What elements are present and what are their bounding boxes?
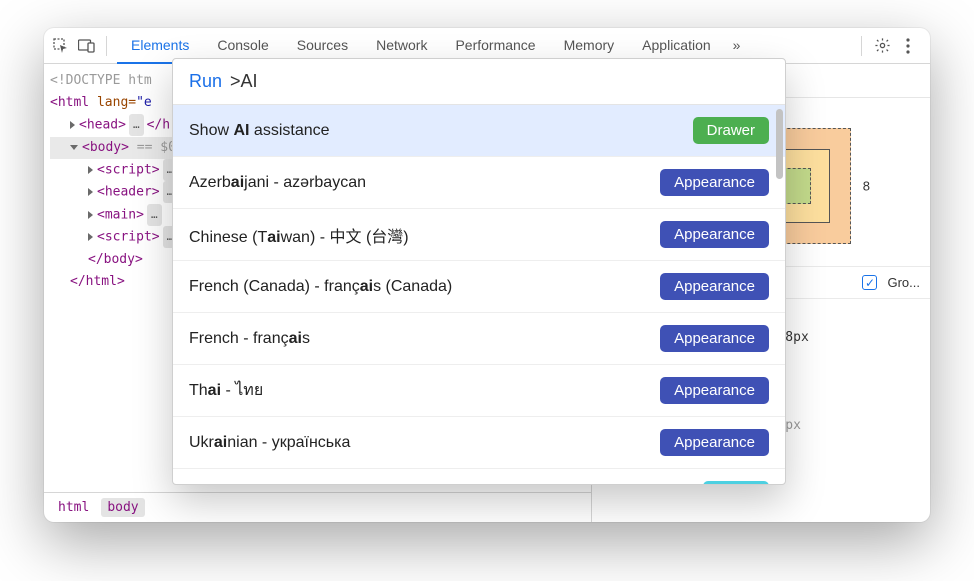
group-checkbox[interactable]: ✓ xyxy=(862,275,877,290)
category-badge: Appearance xyxy=(660,377,769,404)
breadcrumb: html body xyxy=(44,492,591,522)
ellipsis-icon[interactable]: … xyxy=(147,204,162,226)
dom-tag: <script> xyxy=(97,162,160,177)
command-palette: Run Show AI assistance Drawer Azerbaijan… xyxy=(172,58,786,485)
gear-icon[interactable] xyxy=(870,34,894,58)
command-palette-item[interactable]: Ukrainian - українська Appearance xyxy=(173,417,785,469)
dom-tag: </html> xyxy=(70,274,125,289)
expand-caret-icon[interactable] xyxy=(70,121,75,129)
dom-tag: <head> xyxy=(79,118,126,133)
dom-tag: </h xyxy=(147,118,170,133)
category-badge: Appearance xyxy=(660,221,769,248)
command-palette-mode-label: Run xyxy=(189,71,222,92)
dom-tag: <script> xyxy=(97,230,160,245)
command-palette-item[interactable]: Thai - ไทย Appearance xyxy=(173,365,785,417)
ellipsis-icon[interactable]: … xyxy=(129,114,144,136)
crumb-html[interactable]: html xyxy=(52,498,95,517)
dom-tag: <main> xyxy=(97,207,144,222)
command-palette-item[interactable]: Show Application Panel xyxy=(173,469,785,484)
group-label: Gro... xyxy=(887,275,920,290)
divider xyxy=(861,36,862,56)
category-badge: Drawer xyxy=(693,117,769,144)
scrollbar-thumb[interactable] xyxy=(776,109,783,179)
command-palette-item[interactable]: French - français Appearance xyxy=(173,313,785,365)
command-palette-item[interactable]: Show AI assistance Drawer xyxy=(173,105,785,157)
expand-caret-icon[interactable] xyxy=(70,145,78,150)
dom-attr: lang= xyxy=(97,95,136,110)
command-palette-input[interactable] xyxy=(230,71,769,92)
dom-tag: <html xyxy=(50,95,97,110)
expand-caret-icon[interactable] xyxy=(88,211,93,219)
command-palette-item-label: Ukrainian - українська xyxy=(189,434,350,452)
devtools-window: Elements Console Sources Network Perform… xyxy=(44,28,930,522)
command-palette-item[interactable]: Azerbaijani - azərbaycan Appearance xyxy=(173,157,785,209)
command-palette-header: Run xyxy=(173,59,785,104)
command-palette-item-label: Show AI assistance xyxy=(189,122,330,140)
command-palette-item[interactable]: French (Canada) - français (Canada) Appe… xyxy=(173,261,785,313)
dom-val: "e xyxy=(136,95,152,110)
box-model-margin-right: 8 xyxy=(863,179,870,194)
command-palette-item-label: Thai - ไทย xyxy=(189,378,263,403)
divider xyxy=(106,36,107,56)
dom-tag: </body> xyxy=(88,252,143,267)
category-badge: Appearance xyxy=(660,273,769,300)
dom-tag: <body> xyxy=(82,140,129,155)
expand-caret-icon[interactable] xyxy=(88,233,93,241)
inspect-icon[interactable] xyxy=(48,33,74,59)
category-badge: Appearance xyxy=(660,429,769,456)
command-palette-item-label: French (Canada) - français (Canada) xyxy=(189,278,452,296)
expand-caret-icon[interactable] xyxy=(88,166,93,174)
kebab-menu-icon[interactable] xyxy=(896,34,920,58)
dom-hint: == $0 xyxy=(129,140,176,155)
category-badge: Panel xyxy=(703,481,769,484)
command-palette-item-label: Azerbaijani - azərbaycan xyxy=(189,174,366,192)
crumb-body[interactable]: body xyxy=(101,498,144,517)
command-palette-item-label: French - français xyxy=(189,330,310,348)
device-toggle-icon[interactable] xyxy=(74,33,100,59)
command-palette-item[interactable]: Chinese (Taiwan) - 中文 (台灣) Appearance xyxy=(173,209,785,261)
category-badge: Appearance xyxy=(660,169,769,196)
command-palette-list[interactable]: Show AI assistance Drawer Azerbaijani - … xyxy=(173,104,785,484)
expand-caret-icon[interactable] xyxy=(88,188,93,196)
command-palette-item-label: Chinese (Taiwan) - 中文 (台灣) xyxy=(189,223,409,247)
dom-tag: <header> xyxy=(97,185,160,200)
category-badge: Appearance xyxy=(660,325,769,352)
